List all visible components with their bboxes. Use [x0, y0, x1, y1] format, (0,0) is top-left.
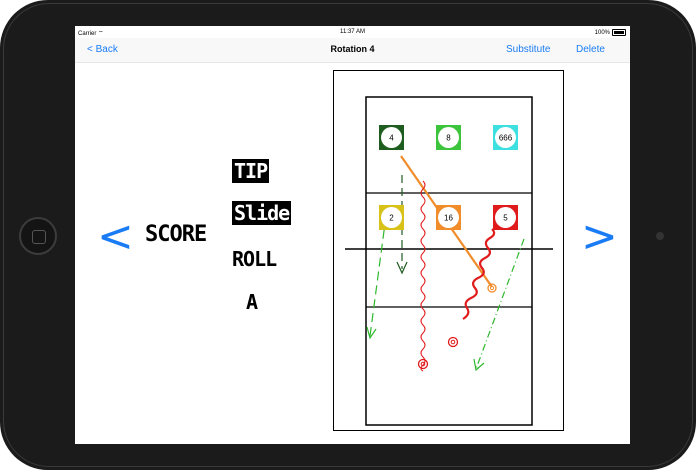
- play-slide-label: Slide: [232, 201, 292, 225]
- red-path-end-left: [417, 358, 429, 370]
- battery-icon: [612, 29, 626, 36]
- player-token-666[interactable]: 666: [493, 125, 518, 150]
- home-button[interactable]: [19, 217, 57, 255]
- previous-rotation-button[interactable]: <: [97, 215, 134, 259]
- player-8-number: 8: [446, 134, 451, 143]
- status-time: 11:37 AM: [340, 29, 365, 35]
- red-wave-path-left: [420, 180, 426, 372]
- back-button[interactable]: < Back: [87, 44, 118, 55]
- battery-status: 100%: [595, 29, 626, 36]
- player-4-number: 4: [389, 134, 394, 143]
- play-a-button[interactable]: A: [246, 290, 258, 314]
- red-path-end-right-inner: [450, 339, 456, 345]
- status-bar: Carrier ⌔ 11:37 AM 100%: [75, 26, 630, 38]
- play-slide-button[interactable]: Slide: [232, 201, 292, 225]
- ipad-frame: Carrier ⌔ 11:37 AM 100% < Back Rotation …: [0, 0, 696, 470]
- play-roll-button[interactable]: ROLL: [232, 247, 277, 271]
- next-rotation-button[interactable]: >: [581, 215, 618, 259]
- player-token-16[interactable]: 16: [436, 205, 461, 230]
- navigation-bar: < Back Rotation 4 Substitute Delete: [75, 38, 630, 63]
- player-token-2[interactable]: 2: [379, 205, 404, 230]
- play-a-label: A: [246, 290, 258, 314]
- front-camera: [656, 232, 664, 240]
- screen: Carrier ⌔ 11:37 AM 100% < Back Rotation …: [75, 26, 630, 444]
- player-5-number: 5: [503, 214, 508, 223]
- red-path-end-right: [447, 336, 459, 348]
- court-diagram: 4 8 666 2 16 5: [333, 70, 564, 431]
- green-path-left: [369, 215, 387, 337]
- player-666-number: 666: [499, 134, 513, 143]
- play-roll-label: ROLL: [232, 247, 277, 271]
- court-canvas: 4 8 666 2 16 5: [345, 96, 553, 426]
- play-tip-button[interactable]: TIP: [232, 159, 270, 183]
- substitute-button[interactable]: Substitute: [506, 44, 550, 55]
- orange-path-end-inner: [489, 285, 495, 291]
- play-tip-label: TIP: [232, 159, 270, 183]
- score-label[interactable]: SCORE: [145, 222, 207, 247]
- player-16-number: 16: [444, 214, 453, 223]
- player-2-number: 2: [389, 214, 394, 223]
- red-wave-path-right: [462, 228, 496, 320]
- player-token-4[interactable]: 4: [379, 125, 404, 150]
- player-token-8[interactable]: 8: [436, 125, 461, 150]
- player-token-5[interactable]: 5: [493, 205, 518, 230]
- delete-button[interactable]: Delete: [576, 44, 605, 55]
